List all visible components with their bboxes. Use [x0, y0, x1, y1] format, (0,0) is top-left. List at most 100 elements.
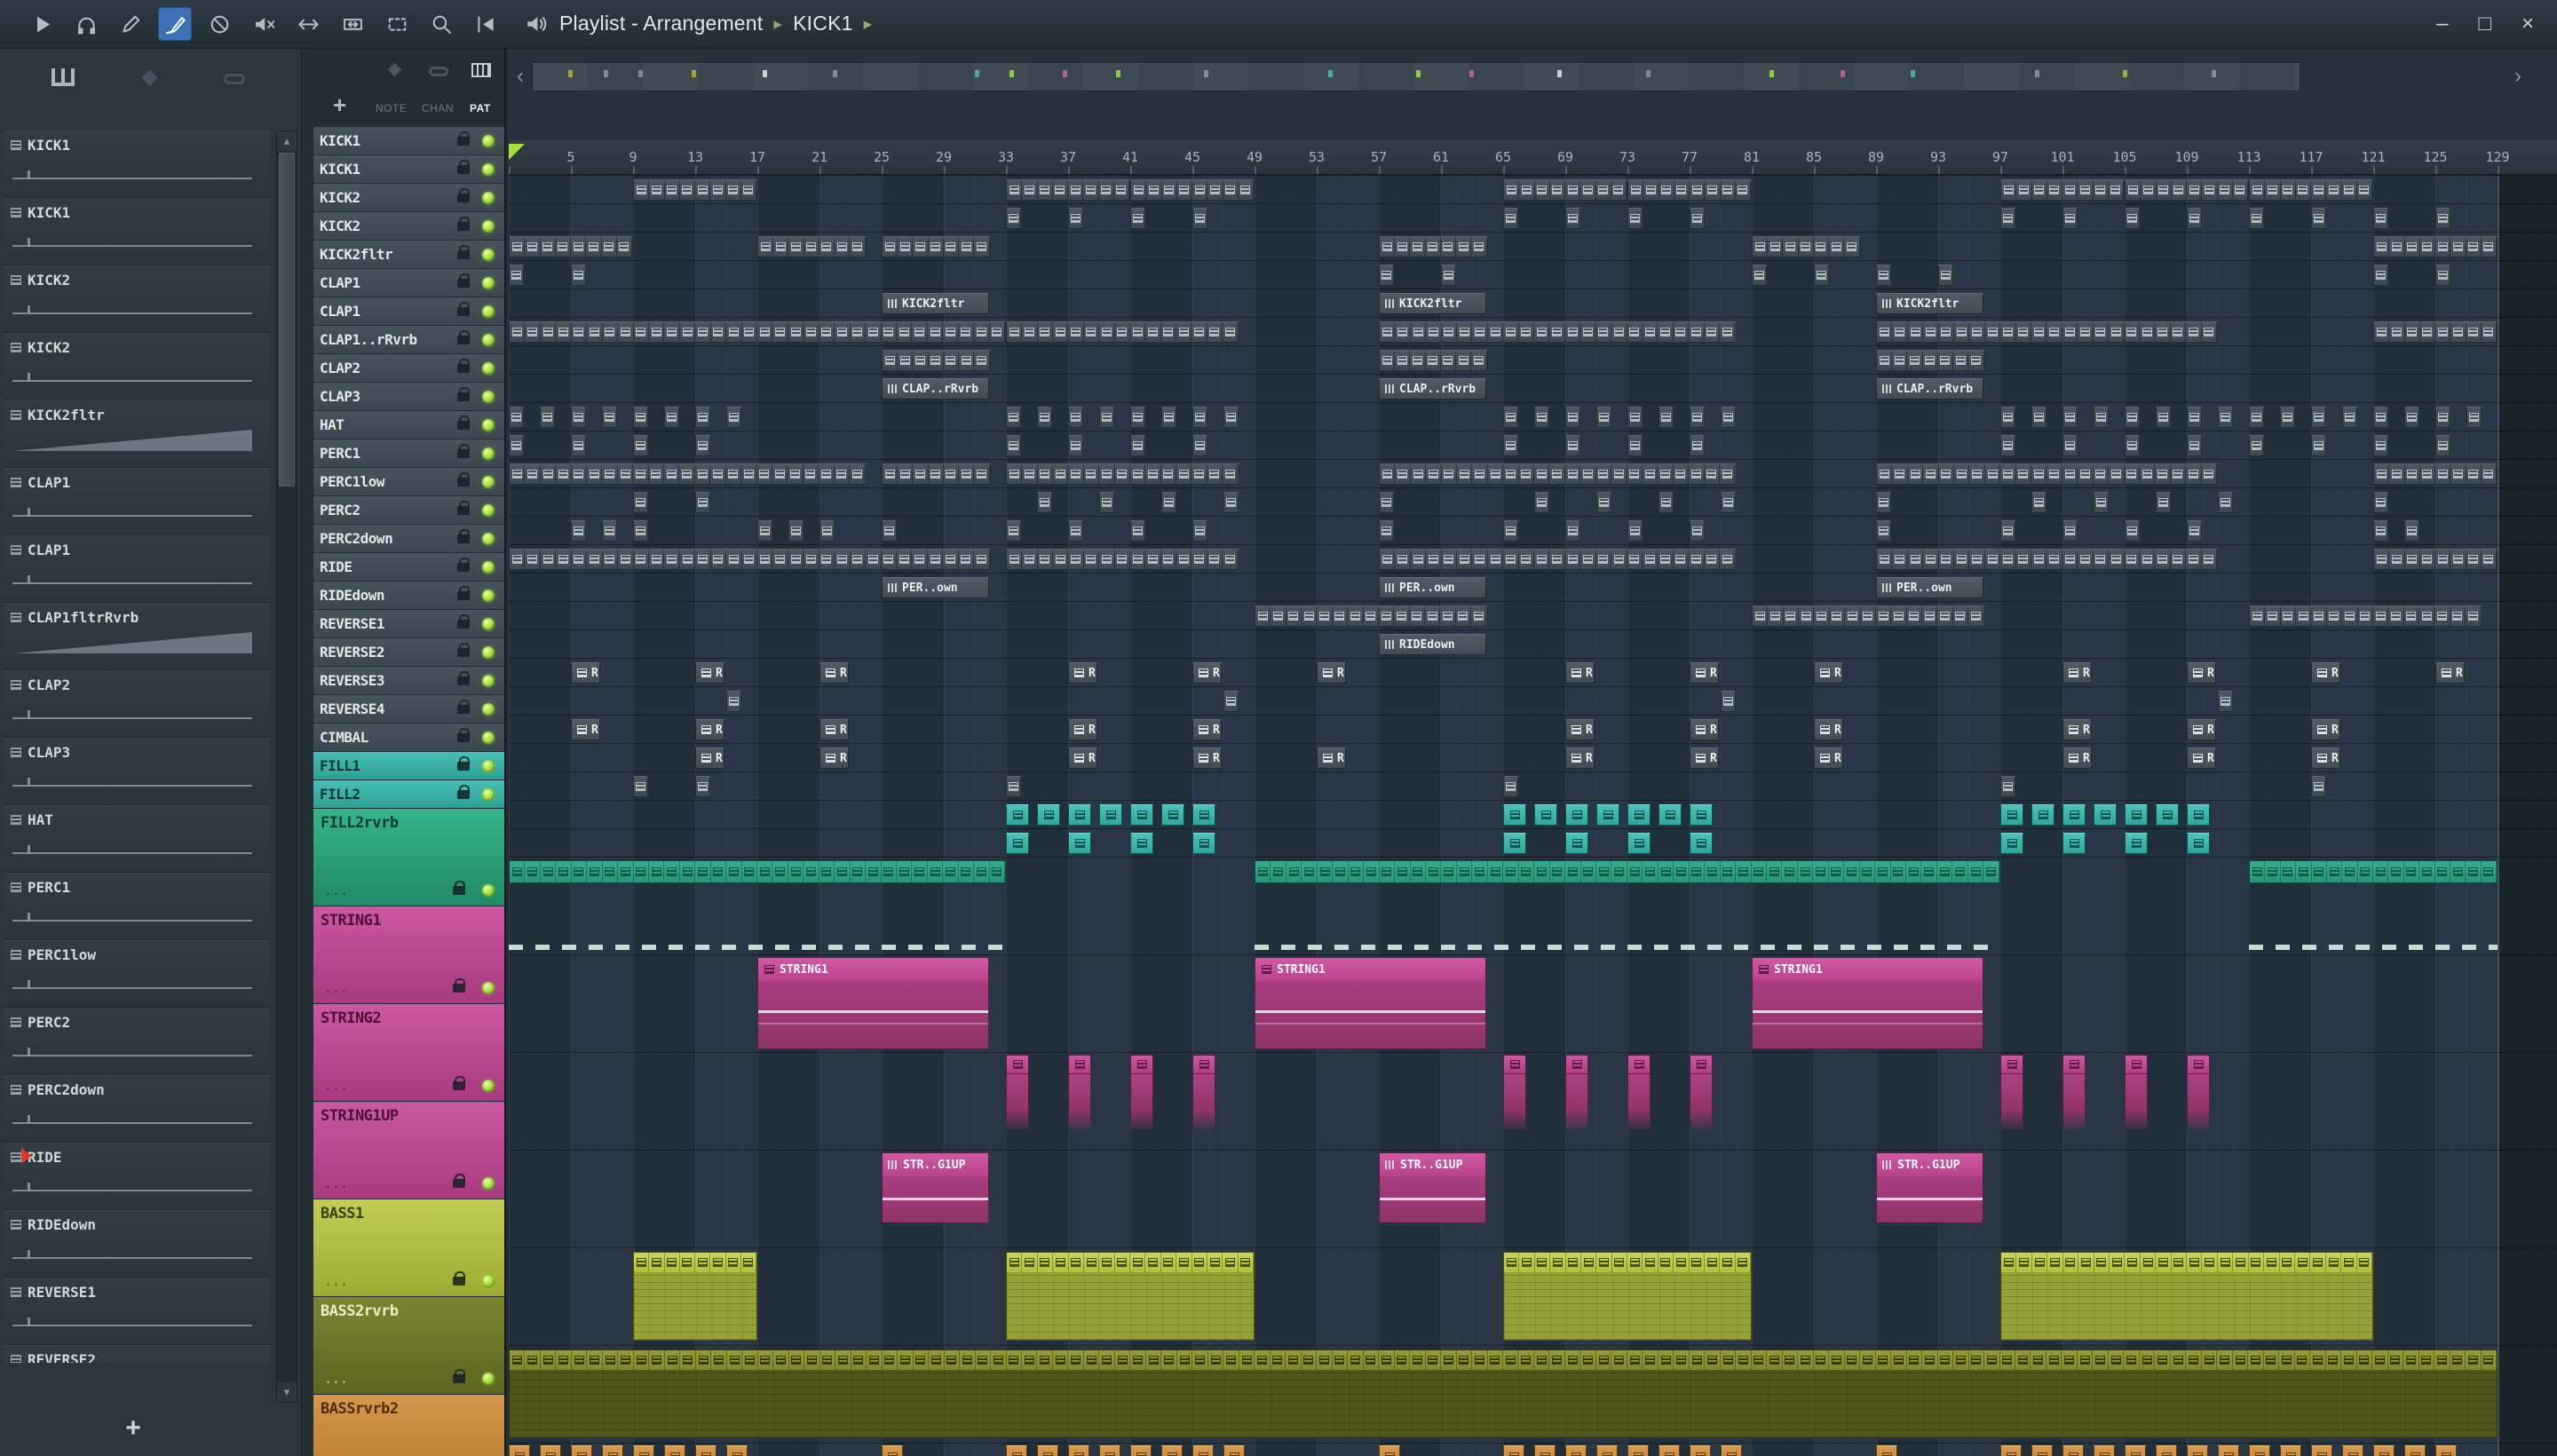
pattern-clip[interactable]	[1192, 407, 1207, 428]
named-clip[interactable]: R..1	[1192, 662, 1222, 684]
pattern-clip[interactable]	[1099, 492, 1114, 513]
track-led[interactable]	[482, 982, 495, 994]
track-header-BASS1[interactable]: BASS1...	[313, 1199, 504, 1297]
track-led[interactable]	[482, 674, 495, 687]
lock-icon[interactable]	[457, 386, 470, 401]
grid-lane-CLAP1[interactable]	[509, 346, 2557, 375]
bass-rvrb2-clip[interactable]	[2311, 1445, 2332, 1456]
fill-clip[interactable]	[2094, 804, 2117, 826]
pattern-clip[interactable]	[1223, 492, 1239, 513]
fill-clip[interactable]	[1658, 804, 1682, 826]
brush-tool-icon[interactable]	[158, 7, 192, 41]
grid-lane-FILL2[interactable]	[509, 829, 2557, 858]
fill-clip[interactable]	[1690, 804, 1713, 826]
swing-diamond-icon[interactable]	[387, 62, 402, 77]
track-header-KICK2[interactable]: KICK2	[313, 212, 504, 241]
pattern-clip[interactable]	[1534, 492, 1549, 513]
pattern-clip[interactable]	[1627, 407, 1643, 428]
pattern-clip[interactable]	[1006, 463, 1239, 485]
pattern-clip[interactable]	[2125, 179, 2249, 201]
pattern-clip[interactable]	[1255, 605, 1488, 627]
pattern-clip[interactable]	[633, 776, 648, 797]
bass-rvrb2-clip[interactable]	[1534, 1445, 1556, 1456]
lock-icon[interactable]	[457, 131, 470, 146]
track-led[interactable]	[482, 1177, 495, 1190]
pattern-clip[interactable]	[1223, 407, 1239, 428]
browser-item-REVERSE1[interactable]: REVERSE1	[4, 1278, 270, 1345]
pattern-clip[interactable]	[2373, 435, 2388, 456]
pattern-clip[interactable]	[726, 407, 741, 428]
bass-rvrb2-clip[interactable]	[1068, 1445, 1089, 1456]
track-header-CLAP2[interactable]: CLAP2	[313, 354, 504, 383]
pattern-clip[interactable]	[1752, 236, 1861, 257]
pattern-clip[interactable]	[2404, 407, 2419, 428]
snap-diamond-icon[interactable]	[141, 69, 158, 86]
grid-lane-REVERSE4[interactable]	[509, 744, 2557, 772]
play-icon[interactable]	[25, 7, 59, 41]
bass-rvrb2-clip[interactable]	[1503, 1445, 1524, 1456]
pattern-clip[interactable]	[1658, 492, 1674, 513]
automation-dash-line[interactable]	[2249, 945, 2498, 950]
track-header-STRING2[interactable]: STRING2...	[313, 1004, 504, 1102]
pattern-clip[interactable]	[2249, 407, 2264, 428]
track-led[interactable]	[482, 162, 495, 176]
pattern-clip[interactable]	[1130, 520, 1145, 542]
fill-clip[interactable]	[1006, 833, 1029, 854]
named-clip[interactable]: R..4	[819, 748, 849, 769]
pattern-clip[interactable]	[2311, 407, 2326, 428]
pattern-clip[interactable]	[1441, 265, 1456, 286]
string-up-clip[interactable]: STR..G1UP	[1876, 1152, 1983, 1225]
track-header-CLAP3[interactable]: CLAP3	[313, 383, 504, 411]
pattern-clip[interactable]	[2062, 208, 2078, 229]
pattern-clip[interactable]	[2000, 776, 2015, 797]
track-led[interactable]	[482, 702, 495, 716]
track-header-STRING1[interactable]: STRING1...	[313, 906, 504, 1004]
lock-icon[interactable]	[457, 187, 470, 202]
track-header-RIDE[interactable]: RIDE	[313, 553, 504, 582]
grid-lane-PERC2down[interactable]	[509, 574, 2557, 602]
pattern-clip[interactable]	[2125, 435, 2140, 456]
bass-rvrb2-clip[interactable]	[664, 1445, 685, 1456]
pattern-clip[interactable]	[1037, 407, 1052, 428]
track-led[interactable]	[482, 617, 495, 630]
track-led[interactable]	[482, 759, 495, 772]
browser-item-CLAP3[interactable]: CLAP3	[4, 738, 270, 805]
string-audio-clip[interactable]: STRING1	[1255, 957, 1486, 1049]
fill-clip[interactable]	[1503, 804, 1526, 826]
named-clip[interactable]: R..3	[2187, 719, 2216, 740]
delete-tool-icon[interactable]	[202, 7, 236, 41]
grid-lane-STRING1UP[interactable]	[509, 1151, 2557, 1248]
string-stab-clip[interactable]	[1503, 1055, 1526, 1133]
bass-rvrb2-clip[interactable]	[726, 1445, 748, 1456]
bass-reverb-clip[interactable]	[509, 1349, 2498, 1438]
pattern-clip[interactable]	[695, 776, 710, 797]
pattern-clip[interactable]	[1379, 236, 1488, 257]
pattern-clip[interactable]	[571, 265, 586, 286]
pattern-clip[interactable]	[882, 350, 991, 371]
named-clip[interactable]: R..4	[695, 748, 724, 769]
track-led[interactable]	[482, 191, 495, 204]
named-clip[interactable]: R..4	[1565, 748, 1595, 769]
pattern-clip[interactable]	[1627, 179, 1752, 201]
pattern-clip[interactable]	[1379, 492, 1394, 513]
bass-rvrb2-clip[interactable]	[1192, 1445, 1214, 1456]
lock-icon[interactable]	[457, 557, 470, 572]
fill-clip[interactable]	[1627, 833, 1651, 854]
bass-rvrb2-clip[interactable]	[2031, 1445, 2053, 1456]
track-led[interactable]	[482, 418, 495, 431]
bass-rvrb2-clip[interactable]	[2373, 1445, 2395, 1456]
lock-icon[interactable]	[457, 358, 470, 373]
track-led[interactable]	[482, 731, 495, 744]
pattern-clip[interactable]	[540, 407, 555, 428]
bass-clip[interactable]	[2000, 1252, 2373, 1341]
pattern-clip[interactable]	[571, 407, 586, 428]
maximize-button[interactable]: □	[2478, 13, 2491, 35]
track-led[interactable]	[482, 390, 495, 403]
pattern-clip[interactable]	[2000, 179, 2125, 201]
pattern-clip[interactable]	[1503, 179, 1627, 201]
named-clip[interactable]: R..1	[571, 662, 600, 684]
named-clip[interactable]: KICK2fltr	[1876, 293, 1983, 314]
bass-rvrb2-clip[interactable]	[1130, 1445, 1152, 1456]
pattern-clip[interactable]	[509, 265, 524, 286]
pattern-clip[interactable]	[2435, 407, 2450, 428]
